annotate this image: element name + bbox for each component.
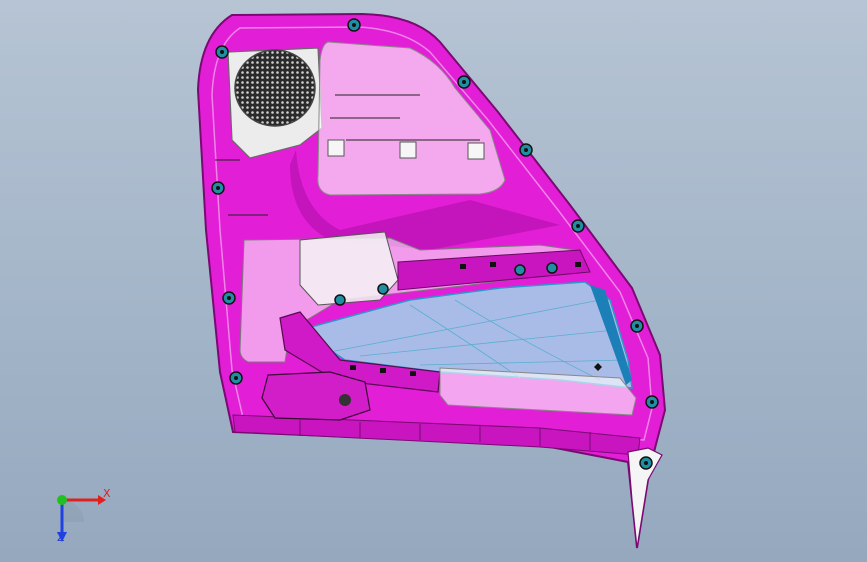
fastener-clip-icon bbox=[457, 75, 471, 89]
fastener-clip-icon bbox=[645, 395, 659, 409]
axis-z-label: Z bbox=[57, 531, 65, 544]
speaker-grille-icon bbox=[234, 49, 316, 127]
fastener-clip-icon bbox=[546, 262, 558, 274]
fastener-clip-icon bbox=[334, 294, 346, 306]
door-panel-model[interactable] bbox=[0, 0, 867, 562]
fastener-clip-icon bbox=[514, 264, 526, 276]
fastener-clip-icon bbox=[519, 143, 533, 157]
handle-pivot bbox=[339, 394, 351, 406]
fastener-clip-icon bbox=[215, 45, 229, 59]
fastener-clip-icon bbox=[377, 283, 389, 295]
cad-viewport[interactable]: X Z bbox=[0, 0, 867, 562]
fastener-clip-icon bbox=[639, 456, 653, 470]
fastener-clip-icon bbox=[571, 219, 585, 233]
fastener-clip-icon bbox=[347, 18, 361, 32]
axis-triad: X Z bbox=[40, 480, 120, 550]
y-axis-dot bbox=[57, 495, 67, 505]
fastener-clip-icon bbox=[211, 181, 225, 195]
fastener-clip-icon bbox=[630, 319, 644, 333]
door-handle-mechanism bbox=[261, 371, 371, 421]
fastener-clip-icon bbox=[229, 371, 243, 385]
axis-x-label: X bbox=[103, 487, 111, 500]
fastener-clip-icon bbox=[222, 291, 236, 305]
